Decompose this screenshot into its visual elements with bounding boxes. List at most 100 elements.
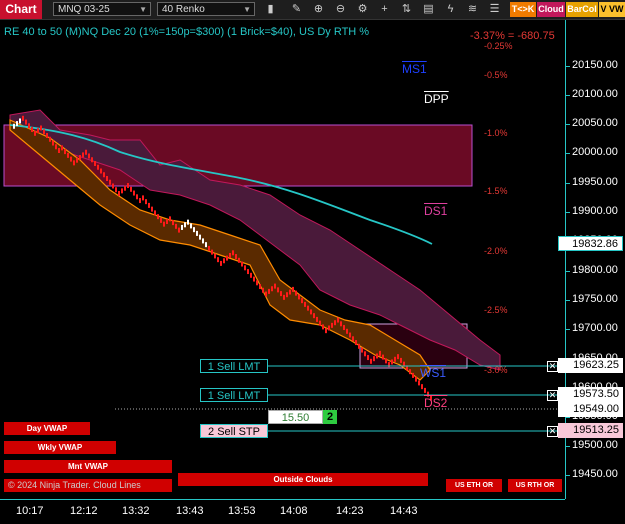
renko-brick bbox=[79, 155, 81, 161]
cancel-order1-icon[interactable]: ✕ bbox=[547, 361, 558, 372]
chart-plot-area[interactable]: RE 40 to 50 (M)NQ Dec 20 (1%=150p=$300) … bbox=[0, 20, 565, 499]
renko-brick bbox=[334, 320, 336, 326]
chart-tab[interactable]: Chart bbox=[0, 0, 42, 19]
order-qty-badge[interactable]: 2 bbox=[323, 410, 337, 424]
zoom-out-icon[interactable]: ⊖ bbox=[334, 3, 347, 16]
renko-brick bbox=[172, 220, 174, 226]
renko-brick bbox=[421, 384, 423, 390]
renko-brick bbox=[229, 252, 231, 258]
barcol-button[interactable]: BarCol bbox=[566, 2, 598, 17]
renko-brick bbox=[235, 254, 237, 260]
renko-brick bbox=[187, 219, 189, 225]
renko-brick bbox=[37, 128, 39, 134]
indicator-icon[interactable]: ϟ bbox=[444, 3, 457, 16]
chevron-down-icon: ▼ bbox=[243, 5, 251, 14]
ds1-label: DS1 bbox=[424, 204, 448, 218]
tk-button[interactable]: T<>K bbox=[510, 2, 536, 17]
strategy-icon[interactable]: ⇅ bbox=[400, 3, 413, 16]
renko-brick bbox=[16, 121, 18, 127]
renko-brick bbox=[13, 123, 15, 129]
cyan-line-price-flag: 19832.86 bbox=[558, 236, 623, 251]
renko-brick bbox=[52, 140, 54, 146]
renko-brick bbox=[184, 222, 186, 228]
weekly-vwap-button[interactable]: Wkly VWAP bbox=[4, 441, 116, 454]
renko-brick bbox=[292, 286, 294, 292]
renko-brick bbox=[157, 214, 159, 220]
monthly-vwap-button[interactable]: Mnt VWAP bbox=[4, 460, 172, 473]
template-icon[interactable]: ≋ bbox=[466, 3, 479, 16]
renko-brick bbox=[211, 249, 213, 255]
renko-brick bbox=[115, 187, 117, 193]
order2-price-flag: 19573.50 bbox=[558, 387, 623, 402]
time-axis-label: 14:43 bbox=[390, 505, 418, 517]
renko-brick bbox=[94, 161, 96, 166]
lock-icon[interactable]: ▤ bbox=[422, 3, 435, 16]
order2-label[interactable]: 1 Sell LMT bbox=[200, 388, 268, 402]
time-axis-label: 14:08 bbox=[280, 505, 308, 517]
renko-brick bbox=[208, 245, 210, 251]
price-axis-label: 19700.00 bbox=[572, 322, 618, 334]
day-vwap-button[interactable]: Day VWAP bbox=[4, 422, 90, 435]
price-axis-tick bbox=[565, 446, 570, 447]
renko-brick bbox=[277, 287, 279, 293]
renko-brick bbox=[97, 164, 99, 170]
price-axis-tick bbox=[565, 66, 570, 67]
renko-brick bbox=[58, 148, 60, 153]
price-axis-label: 19950.00 bbox=[572, 176, 618, 188]
price-axis-label: 20000.00 bbox=[572, 146, 618, 158]
pct-label: -1.5% bbox=[484, 186, 508, 196]
last-price-flag: 19549.00 bbox=[558, 402, 623, 417]
us-eth-or-button[interactable]: US ETH OR bbox=[446, 479, 502, 492]
renko-brick bbox=[394, 356, 396, 362]
add-icon[interactable]: + bbox=[378, 3, 391, 16]
list-icon[interactable]: ☰ bbox=[488, 3, 501, 16]
bartype-select[interactable]: 40 Renko ▼ bbox=[157, 2, 255, 16]
renko-brick bbox=[289, 289, 291, 295]
renko-brick bbox=[313, 313, 315, 319]
renko-brick bbox=[82, 152, 84, 158]
renko-brick bbox=[118, 191, 120, 196]
renko-brick bbox=[307, 305, 309, 311]
renko-brick bbox=[100, 168, 102, 174]
price-axis-label: 19500.00 bbox=[572, 439, 618, 451]
renko-brick bbox=[304, 301, 306, 307]
renko-brick bbox=[130, 186, 132, 192]
outside-clouds-button[interactable]: Outside Clouds bbox=[178, 473, 428, 486]
renko-brick bbox=[151, 206, 153, 212]
price-axis-label: 19800.00 bbox=[572, 264, 618, 276]
us-rth-or-button[interactable]: US RTH OR bbox=[508, 479, 562, 492]
renko-brick bbox=[253, 276, 255, 282]
settings-icon[interactable]: ⚙ bbox=[356, 3, 369, 16]
pencil-icon[interactable]: ✎ bbox=[290, 3, 303, 16]
instrument-value: MNQ 03-25 bbox=[58, 4, 110, 15]
instrument-select[interactable]: MNQ 03-25 ▼ bbox=[53, 2, 151, 16]
price-axis-tick bbox=[565, 300, 570, 301]
cancel-stop-icon[interactable]: ✕ bbox=[547, 426, 558, 437]
copyright-text: © 2024 Ninja Trader. Cloud Lines bbox=[8, 480, 141, 490]
renko-brick bbox=[121, 188, 123, 194]
price-axis-tick bbox=[565, 212, 570, 213]
price-axis-tick bbox=[565, 475, 570, 476]
renko-brick bbox=[163, 221, 165, 227]
zoom-in-icon[interactable]: ⊕ bbox=[312, 3, 325, 16]
cloud-button[interactable]: Cloud bbox=[537, 2, 565, 17]
order1-label[interactable]: 1 Sell LMT bbox=[200, 359, 268, 373]
renko-brick bbox=[91, 157, 93, 163]
order-entry-input[interactable]: 15.50 bbox=[268, 410, 323, 424]
vwap-button[interactable]: V VW bbox=[599, 2, 625, 17]
time-axis-label: 12:12 bbox=[70, 505, 98, 517]
renko-brick bbox=[139, 198, 141, 204]
renko-brick bbox=[223, 258, 225, 264]
bar-chart-icon[interactable]: ▮ bbox=[264, 3, 277, 16]
price-axis-label: 19450.00 bbox=[572, 468, 618, 480]
time-axis[interactable]: 10:17 12:12 13:32 13:43 13:53 14:08 14:23 14:43 bbox=[0, 499, 565, 524]
renko-brick bbox=[259, 284, 261, 290]
renko-brick bbox=[112, 183, 114, 189]
renko-brick bbox=[325, 328, 327, 334]
renko-brick bbox=[322, 324, 324, 330]
pct-label: -2.0% bbox=[484, 246, 508, 256]
stop-order-label[interactable]: 2 Sell STP bbox=[200, 424, 268, 438]
renko-brick bbox=[217, 257, 219, 263]
cancel-order2-icon[interactable]: ✕ bbox=[547, 390, 558, 401]
renko-brick bbox=[256, 280, 258, 286]
